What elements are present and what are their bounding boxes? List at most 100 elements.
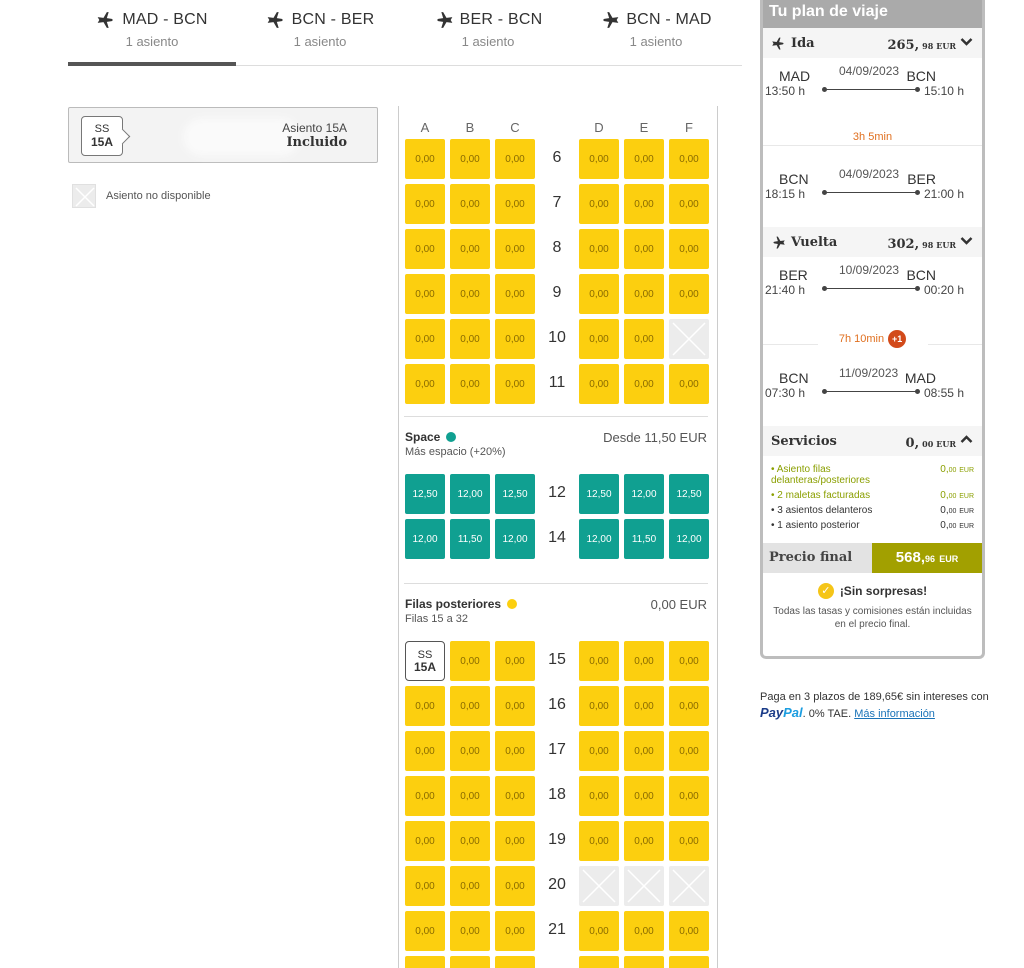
seat[interactable]: 0,00 xyxy=(450,274,490,314)
seat[interactable]: 0,00 xyxy=(579,776,619,816)
seat[interactable]: 0,00 xyxy=(495,911,535,951)
seat[interactable]: 0,00 xyxy=(405,956,445,968)
seat[interactable]: 0,00 xyxy=(579,274,619,314)
seat[interactable]: 12,50 xyxy=(405,474,445,514)
seat[interactable]: 0,00 xyxy=(624,641,664,681)
seat[interactable]: 0,00 xyxy=(495,364,535,404)
seat[interactable]: 0,00 xyxy=(450,866,490,906)
seat[interactable]: 12,00 xyxy=(450,474,490,514)
seat[interactable]: 0,00 xyxy=(495,686,535,726)
seat[interactable]: 0,00 xyxy=(450,686,490,726)
seat[interactable]: 0,00 xyxy=(624,731,664,771)
services-header[interactable]: Servicios 0, 00 EUR xyxy=(763,426,982,456)
seat[interactable]: 0,00 xyxy=(495,641,535,681)
more-info-link[interactable]: Más información xyxy=(854,708,935,720)
seat[interactable]: 12,00 xyxy=(405,519,445,559)
seat[interactable]: 12,50 xyxy=(579,474,619,514)
seat[interactable]: 0,00 xyxy=(495,139,535,179)
seat[interactable]: 0,00 xyxy=(579,319,619,359)
seat[interactable]: 0,00 xyxy=(450,319,490,359)
seat[interactable]: 12,00 xyxy=(624,474,664,514)
seat[interactable]: 0,00 xyxy=(405,319,445,359)
seat[interactable]: 0,00 xyxy=(450,184,490,224)
tab-bcn-mad[interactable]: BCN - MAD 1 asiento xyxy=(572,0,740,65)
seat[interactable]: 0,00 xyxy=(624,956,664,968)
seat[interactable]: 0,00 xyxy=(495,319,535,359)
seat[interactable]: 0,00 xyxy=(405,139,445,179)
seat[interactable]: 0,00 xyxy=(450,956,490,968)
seat[interactable]: 0,00 xyxy=(450,821,490,861)
seat[interactable]: 0,00 xyxy=(405,274,445,314)
seat[interactable]: 0,00 xyxy=(450,731,490,771)
seat[interactable]: 0,00 xyxy=(669,731,709,771)
seat[interactable]: 0,00 xyxy=(624,911,664,951)
seat[interactable]: 0,00 xyxy=(669,776,709,816)
seat[interactable]: 0,00 xyxy=(450,641,490,681)
seat[interactable]: 0,00 xyxy=(624,364,664,404)
seat[interactable]: 0,00 xyxy=(669,274,709,314)
selected-seat[interactable]: SS 15A xyxy=(405,641,445,681)
seat[interactable]: 0,00 xyxy=(579,139,619,179)
seat[interactable]: 0,00 xyxy=(579,956,619,968)
seat[interactable]: 0,00 xyxy=(624,686,664,726)
seat[interactable]: 0,00 xyxy=(495,956,535,968)
seat[interactable]: 0,00 xyxy=(579,911,619,951)
seat[interactable]: 0,00 xyxy=(405,911,445,951)
seat[interactable]: 0,00 xyxy=(405,866,445,906)
seat[interactable]: 0,00 xyxy=(405,821,445,861)
seat[interactable]: 0,00 xyxy=(450,364,490,404)
seat[interactable]: 11,50 xyxy=(624,519,664,559)
seat[interactable]: 0,00 xyxy=(669,686,709,726)
vuelta-header[interactable]: Vuelta 302, 98 EUR xyxy=(763,227,982,257)
seat[interactable]: 0,00 xyxy=(669,364,709,404)
seat[interactable]: 0,00 xyxy=(495,776,535,816)
tab-bcn-ber[interactable]: BCN - BER 1 asiento xyxy=(236,0,404,65)
seat[interactable]: 12,50 xyxy=(495,474,535,514)
seat[interactable]: 0,00 xyxy=(624,139,664,179)
seat[interactable]: 0,00 xyxy=(579,364,619,404)
seat[interactable]: 0,00 xyxy=(669,821,709,861)
tab-mad-bcn[interactable]: MAD - BCN 1 asiento xyxy=(68,0,236,66)
seat[interactable]: 0,00 xyxy=(579,731,619,771)
seat[interactable]: 0,00 xyxy=(405,686,445,726)
seat[interactable]: 0,00 xyxy=(450,911,490,951)
seat[interactable]: 12,00 xyxy=(669,519,709,559)
seat[interactable]: 0,00 xyxy=(495,866,535,906)
seat[interactable]: 0,00 xyxy=(405,364,445,404)
seat[interactable]: 0,00 xyxy=(669,956,709,968)
seat[interactable]: 0,00 xyxy=(669,139,709,179)
ida-header[interactable]: Ida 265, 98 EUR xyxy=(763,28,982,58)
seat[interactable]: 0,00 xyxy=(495,229,535,269)
seat[interactable]: 12,00 xyxy=(495,519,535,559)
seat[interactable]: 0,00 xyxy=(579,686,619,726)
seat[interactable]: 0,00 xyxy=(624,229,664,269)
seat[interactable]: 0,00 xyxy=(579,229,619,269)
seat[interactable]: 0,00 xyxy=(669,229,709,269)
seat[interactable]: 0,00 xyxy=(624,821,664,861)
seat[interactable]: 0,00 xyxy=(495,821,535,861)
seat[interactable]: 0,00 xyxy=(669,184,709,224)
seat[interactable]: 0,00 xyxy=(450,229,490,269)
seat[interactable]: 0,00 xyxy=(450,139,490,179)
seat[interactable]: 0,00 xyxy=(624,319,664,359)
seat[interactable]: 0,00 xyxy=(669,911,709,951)
seat[interactable]: 0,00 xyxy=(405,776,445,816)
seat[interactable]: 12,00 xyxy=(579,519,619,559)
seat[interactable]: 0,00 xyxy=(405,229,445,269)
seat[interactable]: 0,00 xyxy=(579,184,619,224)
seat[interactable]: 0,00 xyxy=(624,776,664,816)
seat[interactable]: 0,00 xyxy=(624,184,664,224)
seat[interactable]: 0,00 xyxy=(450,776,490,816)
seat[interactable]: 0,00 xyxy=(495,731,535,771)
seat[interactable]: 0,00 xyxy=(669,641,709,681)
seat[interactable]: 0,00 xyxy=(405,184,445,224)
seat[interactable]: 12,50 xyxy=(669,474,709,514)
tab-ber-bcn[interactable]: BER - BCN 1 asiento xyxy=(404,0,572,65)
seat[interactable]: 0,00 xyxy=(495,274,535,314)
seat[interactable]: 0,00 xyxy=(579,641,619,681)
seat[interactable]: 0,00 xyxy=(624,274,664,314)
seat[interactable]: 0,00 xyxy=(495,184,535,224)
seat[interactable]: 11,50 xyxy=(450,519,490,559)
seat[interactable]: 0,00 xyxy=(405,731,445,771)
passenger-card[interactable]: SS 15A Asiento 15A Incluido xyxy=(68,107,378,163)
